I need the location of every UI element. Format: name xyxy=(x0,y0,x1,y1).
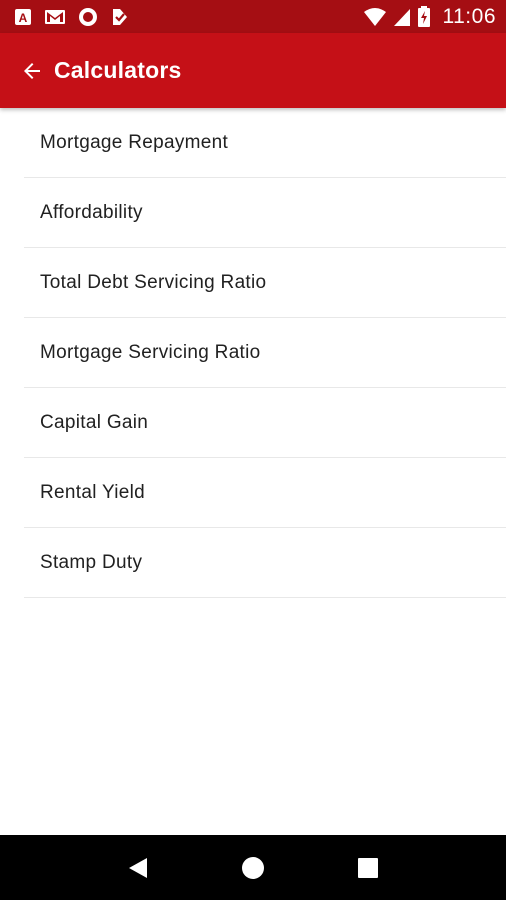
list-item-label: Rental Yield xyxy=(40,481,146,503)
calculator-list: Mortgage Repayment Affordability Total D… xyxy=(24,108,506,598)
gmail-icon xyxy=(44,8,66,26)
list-item-label: Mortgage Servicing Ratio xyxy=(40,341,261,363)
system-icons: 11:06 xyxy=(363,5,497,29)
battery-charging-icon xyxy=(417,5,431,28)
list-item-label: Capital Gain xyxy=(40,411,149,433)
list-item-label: Total Debt Servicing Ratio xyxy=(40,271,267,293)
nav-recents-button[interactable] xyxy=(344,844,392,892)
list-item-affordability[interactable]: Affordability xyxy=(24,178,506,248)
list-item-mortgage-repayment[interactable]: Mortgage Repayment xyxy=(24,108,506,178)
app-bar: Calculators xyxy=(0,33,506,108)
wifi-icon xyxy=(363,7,387,27)
home-circle-icon xyxy=(241,856,264,879)
list-item-label: Affordability xyxy=(40,201,143,223)
navigation-bar xyxy=(0,835,506,900)
back-triangle-icon xyxy=(128,857,147,878)
status-clock: 11:06 xyxy=(442,4,496,28)
nav-back-button[interactable] xyxy=(114,844,162,892)
inbox-check-icon xyxy=(110,7,130,27)
list-item-total-debt-servicing-ratio[interactable]: Total Debt Servicing Ratio xyxy=(24,248,506,318)
list-item-stamp-duty[interactable]: Stamp Duty xyxy=(24,528,506,598)
page-title: Calculators xyxy=(54,57,182,83)
list-item-capital-gain[interactable]: Capital Gain xyxy=(24,388,506,458)
list-item-label: Stamp Duty xyxy=(40,551,143,573)
arrow-back-icon xyxy=(24,62,40,79)
record-icon xyxy=(78,7,98,27)
svg-text:A: A xyxy=(19,11,28,25)
recents-square-icon xyxy=(358,857,379,878)
list-item-mortgage-servicing-ratio[interactable]: Mortgage Servicing Ratio xyxy=(24,318,506,388)
nav-home-button[interactable] xyxy=(229,844,277,892)
list-item-label: Mortgage Repayment xyxy=(40,131,229,153)
screen: A 11:06 Calculators Mortgage Repayment A… xyxy=(0,0,506,900)
back-button[interactable] xyxy=(18,57,46,85)
cellular-signal-icon xyxy=(393,7,411,27)
app-a-icon: A xyxy=(14,8,32,26)
notification-icons: A xyxy=(14,7,130,27)
list-item-rental-yield[interactable]: Rental Yield xyxy=(24,458,506,528)
status-bar: A 11:06 xyxy=(0,0,506,33)
